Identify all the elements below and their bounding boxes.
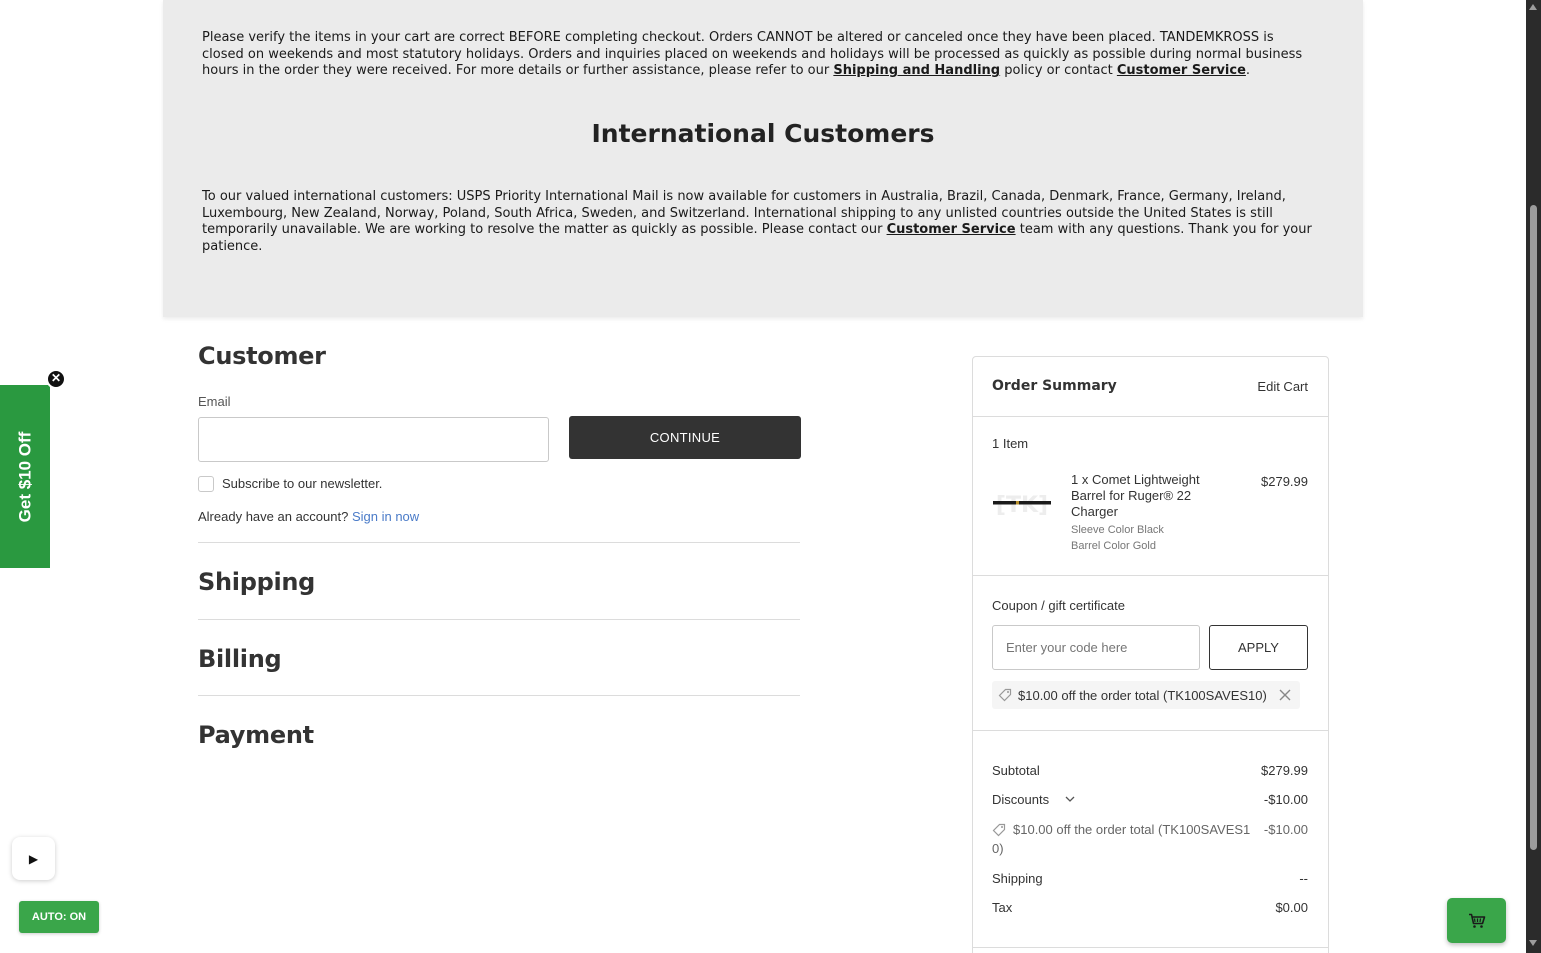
item-count: 1 Item: [992, 436, 1029, 451]
coupon-code-input[interactable]: [992, 625, 1200, 670]
applied-coupon-text: $10.00 off the order total (TK100SAVES10…: [1018, 688, 1267, 703]
auto-toggle-button[interactable]: AUTO: ON: [19, 901, 99, 933]
checkout-notice-text: Please verify the items in your cart are…: [202, 30, 1317, 80]
discounts-value: -$10.00: [1263, 792, 1308, 807]
product-image-logo: [TK]: [996, 493, 1048, 518]
barrel-shape: [993, 501, 1051, 505]
cart-button[interactable]: [1447, 898, 1506, 943]
newsletter-label: Subscribe to our newsletter.: [222, 476, 383, 491]
notice-text-part: .: [1245, 63, 1251, 78]
tax-value: $0.00: [1275, 900, 1308, 915]
shipping-label: Shipping: [992, 871, 1043, 886]
discount-detail-value: -$10.00: [1263, 822, 1308, 837]
summary-divider: [973, 575, 1328, 576]
notice-text-part: policy or contact: [1000, 63, 1117, 78]
order-summary-title: Order Summary: [992, 378, 1117, 394]
scrollbar-thumb[interactable]: [1530, 205, 1537, 850]
billing-section-title: Billing: [198, 645, 282, 673]
chevron-down-icon[interactable]: [1065, 795, 1075, 803]
international-notice-text: To our valued international customers: U…: [202, 189, 1317, 255]
customer-section-title[interactable]: Customer: [198, 342, 326, 370]
international-heading: International Customers: [591, 119, 935, 148]
section-divider: [198, 619, 800, 620]
summary-divider: [973, 947, 1328, 948]
tag-icon: [998, 688, 1012, 702]
scroll-down-icon[interactable]: [1529, 940, 1537, 946]
summary-divider: [973, 730, 1328, 731]
coupon-toggle-link[interactable]: Coupon / gift certificate: [992, 598, 1125, 613]
product-name-line-1: 1 x Comet Lightweight: [1071, 472, 1200, 487]
customer-service-link-2[interactable]: Customer Service: [887, 222, 1016, 237]
remove-coupon-icon[interactable]: [1279, 689, 1291, 701]
shipping-handling-link[interactable]: Shipping and Handling: [833, 63, 1000, 78]
promo-tab-label: Get $10 Off: [15, 431, 35, 522]
shipping-value: --: [1299, 871, 1308, 886]
promo-close-icon[interactable]: ✕: [46, 369, 66, 389]
product-price: $279.99: [1261, 474, 1308, 489]
continue-button[interactable]: CONTINUE: [569, 416, 801, 459]
scroll-up-icon[interactable]: [1529, 4, 1537, 10]
product-option-barrel: Barrel Color Gold: [1071, 540, 1156, 552]
section-divider: [198, 542, 800, 543]
edit-cart-link[interactable]: Edit Cart: [1257, 379, 1308, 394]
order-summary: Order Summary Edit Cart 1 Item [TK] 1 x …: [972, 356, 1329, 953]
play-button[interactable]: ▶: [12, 837, 55, 880]
sign-in-link[interactable]: Sign in now: [352, 509, 419, 524]
product-name-line-2: Barrel for Ruger® 22: [1071, 488, 1192, 503]
notice-panel: Please verify the items in your cart are…: [163, 0, 1363, 317]
promo-tab[interactable]: Get $10 Off: [0, 385, 50, 568]
shipping-section-title: Shipping: [198, 568, 316, 596]
tax-label: Tax: [992, 900, 1013, 915]
product-name-line-3: Charger: [1071, 504, 1118, 519]
summary-divider: [973, 416, 1328, 417]
cart-icon: [1468, 913, 1485, 928]
discount-detail-line-1: $10.00 off the order total (TK100SAVES1: [1013, 822, 1251, 837]
page-scrollbar[interactable]: [1526, 0, 1541, 953]
payment-section-title: Payment: [198, 721, 314, 749]
email-label: Email: [198, 394, 231, 409]
applied-coupon-chip: $10.00 off the order total (TK100SAVES10…: [992, 681, 1300, 709]
subtotal-label: Subtotal: [992, 763, 1040, 778]
account-prompt: Already have an account? Sign in now: [198, 509, 419, 524]
section-divider: [198, 695, 800, 696]
discount-detail-line-2: 0): [992, 841, 1004, 856]
barrel-accent: [1016, 501, 1019, 505]
discounts-label[interactable]: Discounts: [992, 792, 1049, 807]
newsletter-checkbox[interactable]: [198, 476, 214, 492]
play-icon: ▶: [28, 851, 39, 866]
subtotal-value: $279.99: [1261, 763, 1308, 778]
product-option-sleeve: Sleeve Color Black: [1071, 524, 1164, 536]
account-prompt-text: Already have an account?: [198, 509, 349, 524]
product-image: [TK]: [993, 493, 1051, 518]
apply-coupon-button[interactable]: APPLY: [1209, 625, 1308, 670]
customer-service-link[interactable]: Customer Service: [1117, 63, 1246, 78]
tag-icon: [992, 823, 1006, 837]
email-field[interactable]: [198, 417, 549, 462]
